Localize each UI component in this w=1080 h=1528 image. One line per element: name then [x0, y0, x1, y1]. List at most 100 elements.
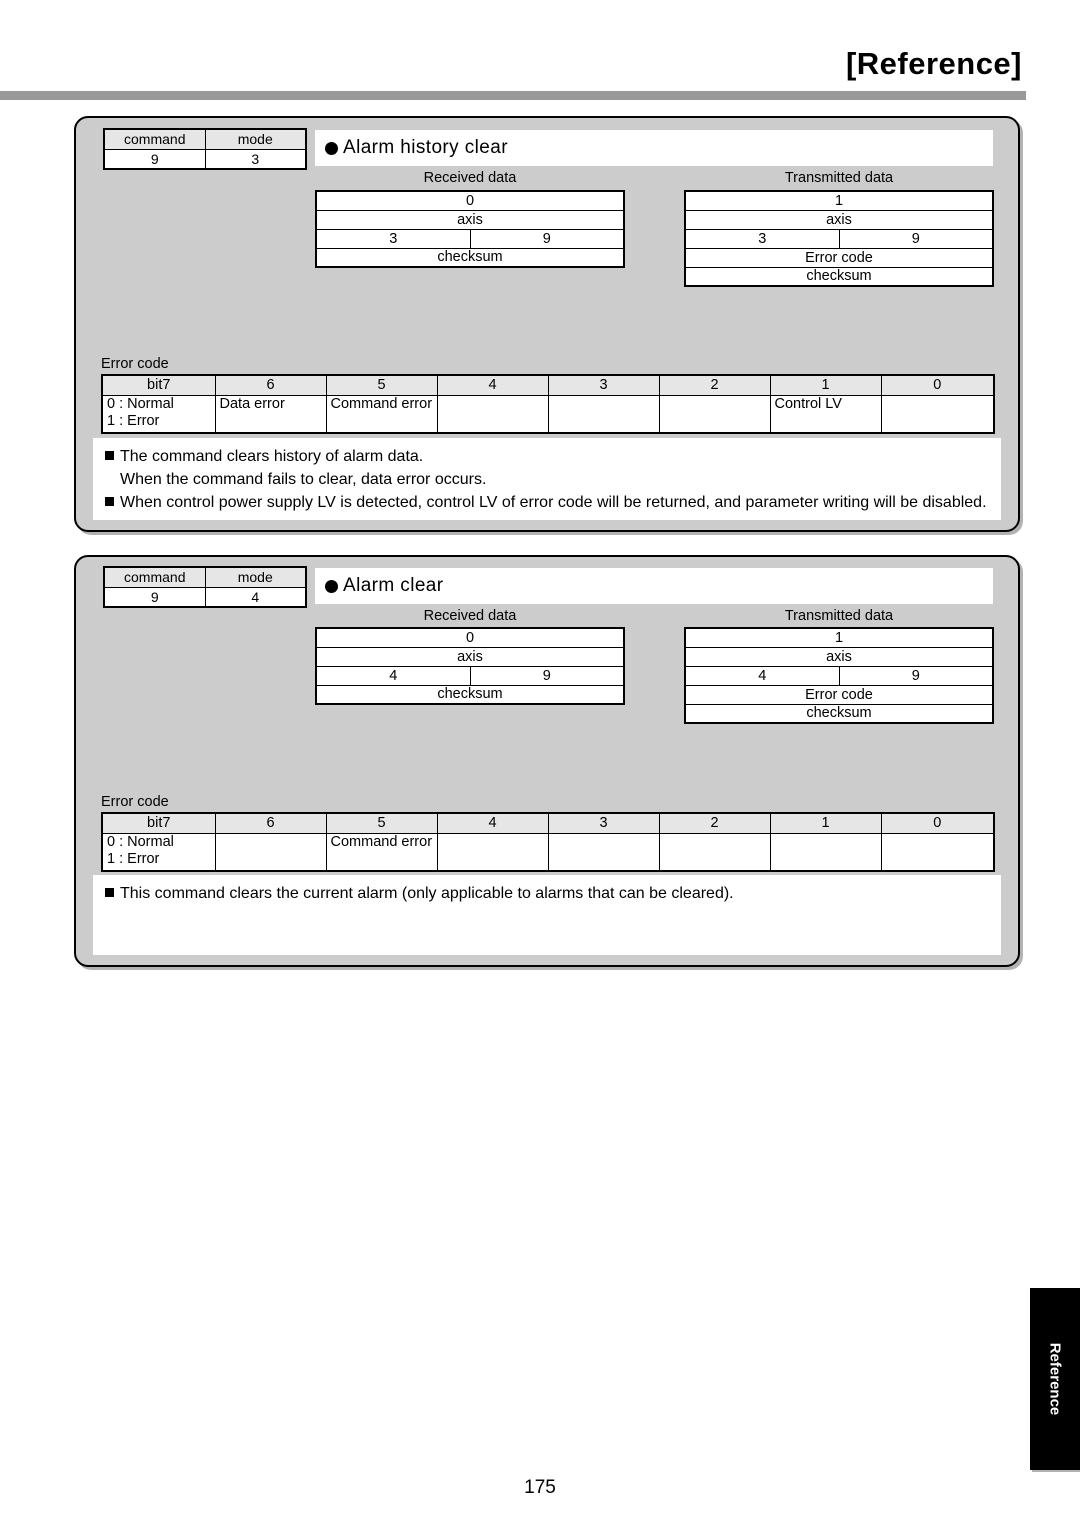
section-title-2: Alarm clear: [343, 575, 444, 596]
section-title-bar-1: Alarm history clear: [315, 130, 993, 166]
note-item: When the command fails to clear, data er…: [105, 468, 989, 491]
transmitted-data-caption-1: Transmitted data: [784, 170, 894, 186]
transmitted-row-checksum-1: checksum: [684, 266, 994, 287]
ec1-v1: Data error: [214, 394, 327, 434]
received-row-axis-1: axis: [315, 209, 625, 230]
error-code-caption-1: Error code: [101, 356, 169, 372]
note-text: The command clears history of alarm data…: [120, 448, 424, 465]
ec2-h3: 4: [436, 812, 549, 834]
side-tab-reference: Reference: [1030, 1288, 1080, 1470]
mode-header-1: mode: [204, 128, 307, 150]
ec1-v7: [880, 394, 995, 434]
received-row-mode-2: 4: [315, 665, 471, 686]
ec1-h7: 0: [880, 374, 995, 396]
note-text: When the command fails to clear, data er…: [120, 471, 487, 488]
received-row-mode-1: 3: [315, 228, 471, 249]
ec1-v6: Control LV: [769, 394, 882, 434]
received-row-command-1: 9: [469, 228, 625, 249]
ec2-h4: 3: [547, 812, 660, 834]
received-row-checksum-1: checksum: [315, 247, 625, 268]
command-mode-table-2: command mode 9 4: [103, 566, 307, 608]
note-text: This command clears the current alarm (o…: [120, 885, 734, 902]
ec1-h6: 1: [769, 374, 882, 396]
note-text: When control power supply LV is detected…: [120, 494, 987, 511]
ec2-h7: 0: [880, 812, 995, 834]
ec1-v2: Command error: [325, 394, 438, 434]
error-code-table-2: bit7 6 5 4 3 2 1 0 0 : Normal 1 : Error …: [101, 812, 995, 872]
transmitted-row-errorcode-1: Error code: [684, 247, 994, 268]
command-value-1: 9: [103, 148, 206, 170]
note-item: When control power supply LV is detected…: [105, 491, 989, 514]
received-data-caption-2: Received data: [423, 608, 517, 624]
transmitted-row-byte0-1: 1: [684, 190, 994, 211]
section-title-bar-2: Alarm clear: [315, 568, 993, 604]
transmitted-row-command-2: 9: [838, 665, 994, 686]
received-row-byte0-2: 0: [315, 627, 625, 648]
note-item: The command clears history of alarm data…: [105, 445, 989, 468]
error-code-table-1: bit7 6 5 4 3 2 1 0 0 : Normal 1 : Error …: [101, 374, 995, 434]
error-code-header-row-2: bit7 6 5 4 3 2 1 0: [101, 812, 995, 834]
ec1-v5: [658, 394, 771, 434]
transmitted-data-table-1: 1 axis 3 9 Error code checksum: [684, 190, 994, 287]
command-value-2: 9: [103, 586, 206, 608]
ec1-h0: bit7: [101, 374, 216, 396]
error-code-caption-2: Error code: [101, 794, 169, 810]
command-mode-table-1: command mode 9 3: [103, 128, 307, 170]
square-bullet-icon: [105, 497, 114, 506]
ec2-error-label: 1 : Error: [107, 850, 160, 867]
ec2-v0: 0 : Normal 1 : Error: [101, 832, 216, 872]
ec1-v0: 0 : Normal 1 : Error: [101, 394, 216, 434]
received-row-checksum-2: checksum: [315, 684, 625, 705]
error-code-value-row-1: 0 : Normal 1 : Error Data error Command …: [101, 394, 995, 434]
mode-value-1: 3: [204, 148, 307, 170]
ec2-h6: 1: [769, 812, 882, 834]
ec2-v7: [880, 832, 995, 872]
mode-value-2: 4: [204, 586, 307, 608]
ec1-h4: 3: [547, 374, 660, 396]
square-bullet-icon: [105, 888, 114, 897]
transmitted-row-axis-2: axis: [684, 646, 994, 667]
note-item: This command clears the current alarm (o…: [105, 882, 989, 905]
ec1-v4: [547, 394, 660, 434]
ec2-v6: [769, 832, 882, 872]
header-rule: [0, 91, 1026, 100]
bullet-icon: [325, 579, 338, 593]
transmitted-data-caption-2: Transmitted data: [784, 608, 894, 624]
ec2-h2: 5: [325, 812, 438, 834]
received-data-table-2: 0 axis 4 9 checksum: [315, 627, 625, 705]
notes-box-1: The command clears history of alarm data…: [93, 438, 1001, 520]
page-number: 175: [524, 1477, 556, 1498]
ec2-v2: Command error: [325, 832, 438, 872]
ec2-v5: [658, 832, 771, 872]
error-code-header-row-1: bit7 6 5 4 3 2 1 0: [101, 374, 995, 396]
command-header-2: command: [103, 566, 206, 588]
ec1-h1: 6: [214, 374, 327, 396]
square-bullet-icon: [105, 451, 114, 460]
ec1-error-label: 1 : Error: [107, 412, 160, 429]
transmitted-row-axis-1: axis: [684, 209, 994, 230]
ec2-normal-label: 0 : Normal: [107, 833, 174, 850]
received-row-axis-2: axis: [315, 646, 625, 667]
page-title: [Reference]: [845, 46, 1022, 81]
section-title-1: Alarm history clear: [343, 137, 508, 158]
received-row-command-2: 9: [469, 665, 625, 686]
ec1-h5: 2: [658, 374, 771, 396]
transmitted-row-checksum-2: checksum: [684, 703, 994, 724]
ec1-h3: 4: [436, 374, 549, 396]
ec2-h0: bit7: [101, 812, 216, 834]
received-data-table-1: 0 axis 3 9 checksum: [315, 190, 625, 268]
page-header: [Reference]: [0, 48, 1026, 79]
transmitted-row-command-1: 9: [838, 228, 994, 249]
ec2-v1: [214, 832, 327, 872]
transmitted-row-byte0-2: 1: [684, 627, 994, 648]
received-data-caption-1: Received data: [423, 170, 517, 186]
bullet-icon: [325, 141, 338, 155]
ec2-h1: 6: [214, 812, 327, 834]
notes-box-2: This command clears the current alarm (o…: [93, 875, 1001, 955]
ec1-v3: [436, 394, 549, 434]
received-row-byte0-1: 0: [315, 190, 625, 211]
transmitted-row-mode-2: 4: [684, 665, 840, 686]
error-code-value-row-2: 0 : Normal 1 : Error Command error: [101, 832, 995, 872]
transmitted-row-errorcode-2: Error code: [684, 684, 994, 705]
ec2-v3: [436, 832, 549, 872]
